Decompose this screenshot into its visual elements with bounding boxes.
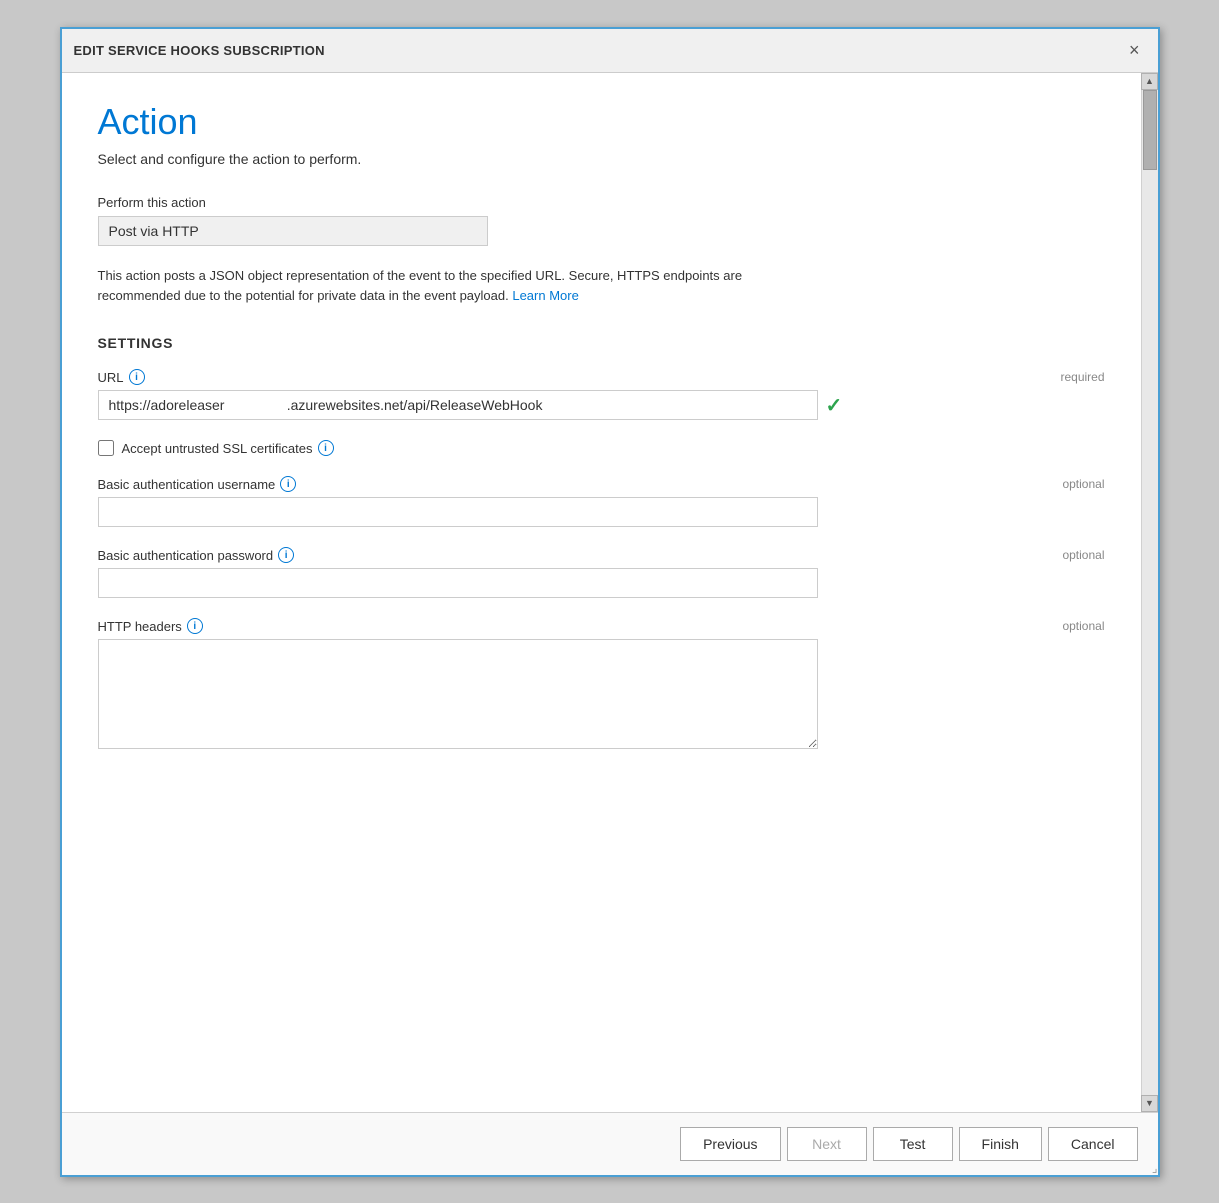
page-heading: Action (98, 101, 1105, 143)
scroll-up-arrow[interactable]: ▲ (1141, 73, 1158, 90)
scroll-track[interactable] (1142, 90, 1158, 1095)
headers-label-row: HTTP headers i optional (98, 618, 1105, 634)
username-label: Basic authentication username i (98, 476, 297, 492)
url-required-tag: required (1060, 370, 1104, 384)
ssl-checkbox[interactable] (98, 440, 114, 456)
test-button[interactable]: Test (873, 1127, 953, 1161)
username-info-icon[interactable]: i (280, 476, 296, 492)
scroll-thumb[interactable] (1143, 90, 1157, 170)
edit-dialog: EDIT SERVICE HOOKS SUBSCRIPTION × Action… (60, 27, 1160, 1177)
ssl-checkbox-row: Accept untrusted SSL certificates i (98, 440, 1105, 456)
learn-more-link[interactable]: Learn More (512, 288, 578, 303)
username-label-row: Basic authentication username i optional (98, 476, 1105, 492)
cancel-button[interactable]: Cancel (1048, 1127, 1138, 1161)
url-label: URL i (98, 369, 145, 385)
url-label-row: URL i required (98, 369, 1105, 385)
headers-field-group: HTTP headers i optional (98, 618, 1105, 754)
close-button[interactable]: × (1123, 39, 1146, 61)
previous-button[interactable]: Previous (680, 1127, 780, 1161)
password-label: Basic authentication password i (98, 547, 295, 563)
ssl-label[interactable]: Accept untrusted SSL certificates i (122, 440, 334, 456)
action-description: This action posts a JSON object represen… (98, 266, 818, 308)
ssl-label-text: Accept untrusted SSL certificates (122, 441, 313, 456)
action-description-text: This action posts a JSON object represen… (98, 268, 743, 304)
dialog-footer: Previous Next Test Finish Cancel (62, 1112, 1158, 1175)
finish-button[interactable]: Finish (959, 1127, 1042, 1161)
url-label-text: URL (98, 370, 124, 385)
url-input[interactable] (98, 390, 818, 420)
username-optional-tag: optional (1062, 477, 1104, 491)
page-subtitle: Select and configure the action to perfo… (98, 151, 1105, 167)
headers-label-text: HTTP headers (98, 619, 182, 634)
username-input[interactable] (98, 497, 818, 527)
settings-heading: SETTINGS (98, 335, 1105, 351)
url-info-icon[interactable]: i (129, 369, 145, 385)
headers-optional-tag: optional (1062, 619, 1104, 633)
resize-handle[interactable]: ⌟ (1144, 1161, 1158, 1175)
headers-textarea[interactable] (98, 639, 818, 749)
url-field-wrapper: ✓ (98, 390, 1105, 420)
perform-label: Perform this action (98, 195, 1105, 210)
password-input[interactable] (98, 568, 818, 598)
password-field-group: Basic authentication password i optional (98, 547, 1105, 598)
scroll-down-arrow[interactable]: ▼ (1141, 1095, 1158, 1112)
dialog-body: Action Select and configure the action t… (62, 73, 1158, 1112)
headers-label: HTTP headers i (98, 618, 203, 634)
url-field-group: URL i required ✓ (98, 369, 1105, 420)
username-field-group: Basic authentication username i optional (98, 476, 1105, 527)
ssl-info-icon[interactable]: i (318, 440, 334, 456)
url-valid-icon: ✓ (826, 393, 843, 418)
dialog-title: EDIT SERVICE HOOKS SUBSCRIPTION (74, 43, 325, 58)
action-field-group: Perform this action Post via HTTP (98, 195, 1105, 246)
password-info-icon[interactable]: i (278, 547, 294, 563)
action-select-display: Post via HTTP (98, 216, 488, 246)
next-button[interactable]: Next (787, 1127, 867, 1161)
dialog-titlebar: EDIT SERVICE HOOKS SUBSCRIPTION × (62, 29, 1158, 73)
headers-info-icon[interactable]: i (187, 618, 203, 634)
password-label-row: Basic authentication password i optional (98, 547, 1105, 563)
username-label-text: Basic authentication username (98, 477, 276, 492)
scrollbar: ▲ ▼ (1141, 73, 1158, 1112)
content-area: Action Select and configure the action t… (62, 73, 1141, 1112)
password-optional-tag: optional (1062, 548, 1104, 562)
password-label-text: Basic authentication password (98, 548, 274, 563)
